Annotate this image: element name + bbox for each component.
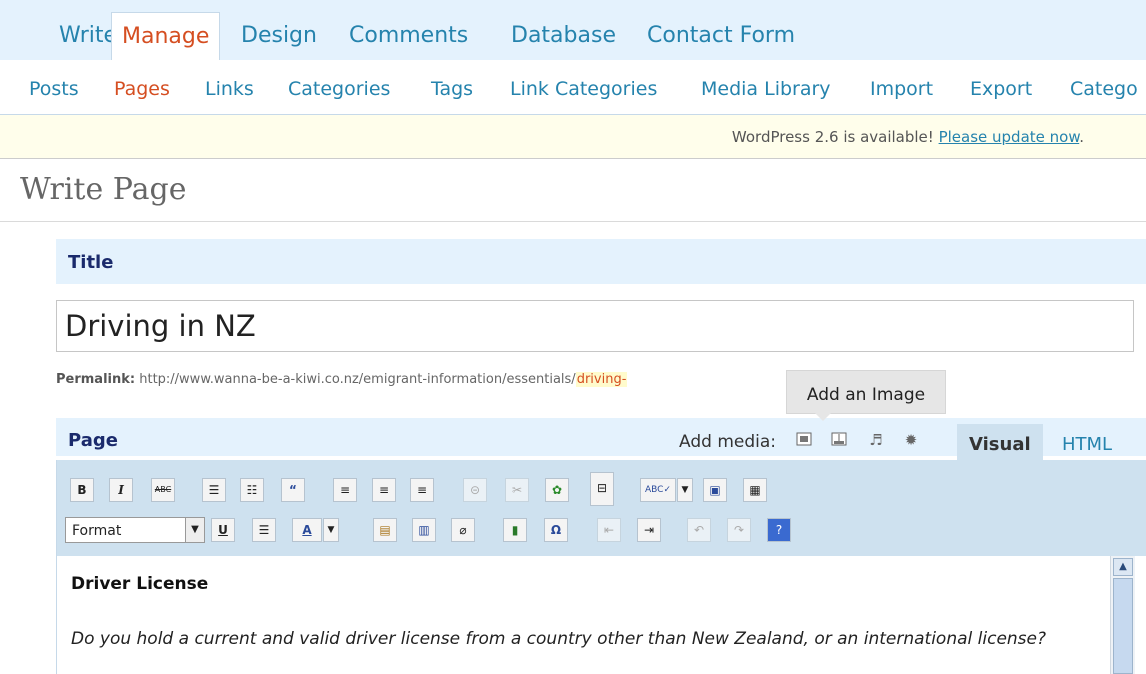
tab-design[interactable]: Design [231,12,327,60]
insert-image-icon[interactable]: ✿ [545,478,569,502]
tab-html[interactable]: HTML [1050,424,1124,460]
title-input[interactable] [56,300,1134,352]
help-icon[interactable]: ? [767,518,791,542]
text-color-dropdown-icon[interactable]: ▼ [323,518,339,542]
divider [0,221,1146,222]
tab-comments[interactable]: Comments [339,12,478,60]
scrollbar-thumb[interactable] [1113,578,1133,674]
text-color-icon[interactable]: A [292,518,322,542]
update-notice: WordPress 2.6 is available! Please updat… [0,115,1146,159]
kitchen-sink-icon[interactable]: ▦ [743,478,767,502]
special-character-icon[interactable]: Ω [544,518,568,542]
unlink-icon[interactable]: ✂ [505,478,529,502]
justify-icon[interactable]: ☰ [252,518,276,542]
align-center-icon[interactable]: ≡ [372,478,396,502]
update-now-link[interactable]: Please update now [939,128,1080,146]
align-right-icon[interactable]: ≡ [410,478,434,502]
chevron-down-icon: ▼ [185,518,204,542]
paste-text-icon[interactable]: ▤ [373,518,397,542]
add-video-icon[interactable] [830,432,848,448]
permalink-label: Permalink: [56,372,136,387]
add-audio-icon[interactable]: ♬ [867,432,885,448]
format-select[interactable]: Format ▼ [65,517,205,543]
title-section-header: Title [56,239,1146,284]
spellcheck-icon[interactable]: ABC✓ [640,478,676,502]
add-media-icon[interactable]: ✹ [902,432,920,448]
subnav-export[interactable]: Export [970,60,1032,114]
outdent-icon[interactable]: ⇤ [597,518,621,542]
tab-contact-form[interactable]: Contact Form [637,12,805,60]
redo-icon[interactable]: ↷ [727,518,751,542]
fullscreen-icon[interactable]: ▣ [703,478,727,502]
subnav-tags[interactable]: Tags [431,60,473,114]
align-left-icon[interactable]: ≡ [333,478,357,502]
subnav-pages[interactable]: Pages [114,60,170,114]
add-image-tooltip: Add an Image [786,370,946,421]
update-message: WordPress 2.6 is available! Please updat… [731,128,1084,146]
tab-visual[interactable]: Visual [957,424,1043,460]
insert-media-icon[interactable]: ▮ [503,518,527,542]
undo-icon[interactable]: ↶ [687,518,711,542]
link-icon[interactable]: ⊝ [463,478,487,502]
blockquote-icon[interactable]: “ [281,478,305,502]
sub-nav: Posts Pages Links Categories Tags Link C… [0,60,1146,115]
strikethrough-icon[interactable]: ABC [151,478,175,502]
bullet-list-icon[interactable]: ☰ [202,478,226,502]
top-nav: Write Manage Design Comments Database Co… [0,0,1146,60]
subnav-link-categories[interactable]: Link Categories [510,60,657,114]
tab-manage[interactable]: Manage [111,12,221,60]
tab-database[interactable]: Database [501,12,626,60]
content-heading: Driver License [71,574,209,594]
subnav-categories[interactable]: Categories [288,60,390,114]
indent-icon[interactable]: ⇥ [637,518,661,542]
add-media-label: Add media: [679,432,776,452]
subnav-links[interactable]: Links [205,60,254,114]
paste-word-icon[interactable]: ▥ [412,518,436,542]
numbered-list-icon[interactable]: ☷ [240,478,264,502]
permalink-url: http://www.wanna-be-a-kiwi.co.nz/emigran… [135,372,576,387]
underline-icon[interactable]: U [211,518,235,542]
content-paragraph: Do you hold a current and valid driver l… [71,629,1047,649]
subnav-media-library[interactable]: Media Library [701,60,831,114]
page-title: Write Page [20,172,187,207]
subnav-import[interactable]: Import [870,60,933,114]
add-image-icon[interactable] [795,432,813,448]
subnav-categories-overflow[interactable]: Catego [1070,60,1138,114]
remove-format-icon[interactable]: ⌀ [451,518,475,542]
subnav-posts[interactable]: Posts [29,60,79,114]
insert-more-icon[interactable]: ⊟ [590,472,614,506]
permalink: Permalink: http://www.wanna-be-a-kiwi.co… [56,372,628,387]
bold-icon[interactable]: B [70,478,94,502]
editor-content[interactable]: Driver License Do you hold a current and… [56,556,1146,674]
permalink-slug[interactable]: driving- [575,372,628,387]
italic-icon[interactable]: I [109,478,133,502]
spellcheck-dropdown-icon[interactable]: ▼ [677,478,693,502]
editor-scrollbar[interactable]: ▲ [1110,556,1135,674]
scroll-up-icon[interactable]: ▲ [1113,558,1133,576]
